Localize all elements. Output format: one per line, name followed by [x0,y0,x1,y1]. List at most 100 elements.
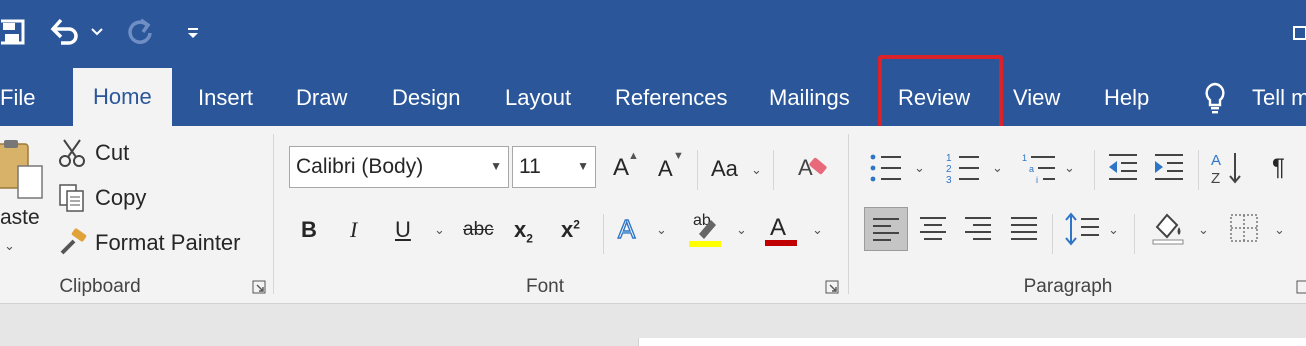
scissors-icon[interactable] [58,138,86,168]
divider [1134,214,1135,254]
chevron-down-icon[interactable]: ⌄ [434,222,445,238]
increase-indent-icon[interactable] [1150,150,1188,186]
tell-me-search[interactable]: Tell m [1252,70,1306,126]
tab-help[interactable]: Help [1104,70,1149,126]
align-right-icon[interactable] [960,210,996,246]
chevron-down-icon[interactable]: ⌄ [1274,222,1285,238]
tab-design[interactable]: Design [392,70,460,126]
tab-file[interactable]: File [0,70,35,126]
chevron-down-icon[interactable]: ⌄ [1108,222,1119,238]
undo-dropdown-icon[interactable] [90,14,104,50]
chevron-down-icon[interactable]: ▼ [577,159,589,173]
undo-icon[interactable] [48,14,82,50]
justify-icon[interactable] [1006,210,1042,246]
font-name-value: Calibri (Body) [296,155,424,178]
underline-button[interactable]: U [395,217,411,243]
shrink-font-button[interactable]: A [658,156,673,182]
bullets-icon[interactable] [866,150,906,186]
divider [1052,214,1053,254]
customize-qat-icon[interactable] [184,14,202,50]
strikethrough-button[interactable]: abc [463,219,494,241]
save-icon[interactable] [0,14,26,50]
align-left-icon[interactable] [864,207,908,251]
chevron-down-icon[interactable]: ▼ [490,159,502,173]
change-case-button[interactable]: Aa [711,156,738,182]
tab-home[interactable]: Home [73,68,172,126]
chevron-down-icon[interactable]: ⌄ [914,160,925,176]
italic-button[interactable]: I [350,217,357,243]
cut-button[interactable]: Cut [95,140,129,166]
numbering-icon[interactable]: 123 [944,150,984,186]
multilevel-list-icon[interactable]: 1ai [1020,150,1060,186]
shrink-arrow-icon: ▼ [673,150,684,162]
text-effects-button[interactable]: A [617,213,636,245]
tab-references[interactable]: References [615,70,728,126]
chevron-down-icon[interactable]: ⌄ [1064,160,1075,176]
chevron-down-icon[interactable]: ⌄ [751,162,762,178]
clipboard-launcher-icon[interactable] [252,280,266,294]
chevron-down-icon[interactable]: ⌄ [1198,222,1209,238]
tab-mailings[interactable]: Mailings [769,70,850,126]
restore-window-icon[interactable] [1290,14,1306,50]
copy-icon[interactable] [58,183,86,213]
line-spacing-icon[interactable] [1062,210,1102,248]
clipboard-group-label: Clipboard [59,276,141,297]
superscript-x: x [561,217,574,242]
divider [603,214,604,254]
chevron-down-icon[interactable]: ⌄ [656,222,667,238]
subscript-2: 2 [526,231,533,246]
subscript-button[interactable]: x2 [514,217,533,245]
paragraph-group-label: Paragraph [1023,276,1113,297]
group-separator [848,134,849,294]
tab-insert[interactable]: Insert [198,70,253,126]
chevron-down-icon[interactable]: ⌄ [736,222,747,238]
redo-icon [124,14,156,50]
divider [773,150,774,190]
ribbon-home: aste ⌄ Cut Copy Format Painter Clipboard… [0,126,1306,304]
divider [1198,150,1199,190]
document-page[interactable] [638,338,1306,346]
tab-draw[interactable]: Draw [296,70,347,126]
svg-text:3: 3 [946,175,952,185]
clear-formatting-icon[interactable]: A [795,150,831,186]
font-launcher-icon[interactable] [825,280,839,294]
decrease-indent-icon[interactable] [1104,150,1142,186]
align-center-icon[interactable] [915,210,951,246]
format-painter-icon[interactable] [58,227,88,257]
svg-text:A: A [798,155,813,180]
font-color-bar [765,240,797,246]
chevron-down-icon[interactable]: ⌄ [812,222,823,238]
format-painter-button[interactable]: Format Painter [95,230,241,256]
bold-button[interactable]: B [301,217,317,243]
font-color-button[interactable]: A [770,214,786,242]
font-name-combo[interactable]: Calibri (Body) ▼ [289,146,509,188]
paste-icon[interactable] [0,138,44,202]
divider [1094,150,1095,190]
paste-label[interactable]: aste [0,206,40,230]
grow-arrow-icon: ▲ [628,150,639,162]
sort-icon[interactable]: AZ [1208,148,1244,188]
font-size-value: 11 [519,155,541,178]
svg-text:A: A [1211,152,1221,169]
shading-icon[interactable] [1148,208,1188,248]
tab-view[interactable]: View [1013,70,1060,126]
borders-icon[interactable] [1226,210,1262,246]
highlighter-icon [689,212,721,248]
svg-text:1: 1 [946,153,952,164]
copy-button[interactable]: Copy [95,185,146,211]
superscript-button[interactable]: x2 [561,217,580,243]
paste-dropdown-icon[interactable]: ⌄ [4,238,15,254]
group-separator [273,134,274,294]
ribbon-tabs: File Home Insert Draw Design Layout Refe… [0,68,1306,126]
paragraph-launcher-icon[interactable] [1296,280,1306,294]
svg-text:1: 1 [1022,153,1027,163]
chevron-down-icon[interactable]: ⌄ [992,160,1003,176]
svg-text:Z: Z [1211,170,1220,187]
title-bar [0,0,1306,70]
svg-text:2: 2 [946,164,952,175]
grow-font-button[interactable]: A [613,154,629,182]
font-size-combo[interactable]: 11 ▼ [512,146,596,188]
svg-text:a: a [1029,164,1034,174]
tab-layout[interactable]: Layout [505,70,571,126]
show-formatting-button[interactable]: ¶ [1272,154,1285,182]
